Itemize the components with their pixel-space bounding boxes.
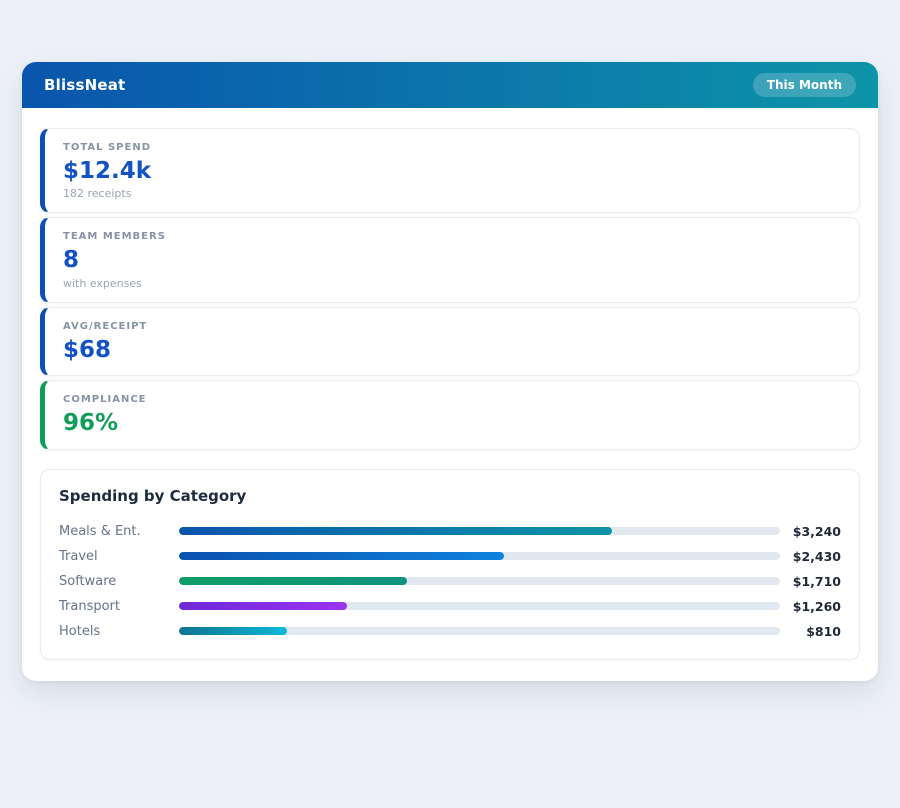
category-value: $1,260 [789,599,841,614]
stat-value: $68 [63,337,841,363]
category-bar-fill [179,527,612,535]
category-value: $1,710 [789,574,841,589]
category-label: Transport [59,599,179,614]
category-value: $3,240 [789,524,841,539]
category-bar-fill [179,552,504,560]
app-header: BlissNeat This Month [22,62,878,108]
category-bar-track [179,527,780,535]
stat-card-total-spend: TOTAL SPEND $12.4k 182 receipts [40,128,860,213]
category-value: $2,430 [789,549,841,564]
category-bar-track [179,552,780,560]
category-bar-fill [179,627,287,635]
category-row-hotels: Hotels $810 [59,619,841,644]
stat-card-avg-receipt: AVG/RECEIPT $68 [40,307,860,376]
category-row-software: Software $1,710 [59,569,841,594]
stat-card-compliance: COMPLIANCE 96% [40,380,860,449]
stat-label: COMPLIANCE [63,394,841,405]
stat-card-team-members: TEAM MEMBERS 8 with expenses [40,217,860,302]
category-label: Hotels [59,624,179,639]
stat-label: AVG/RECEIPT [63,321,841,332]
stat-label: TEAM MEMBERS [63,231,841,242]
category-label: Software [59,574,179,589]
category-label: Meals & Ent. [59,524,179,539]
category-bar-fill [179,602,347,610]
stat-subtitle: 182 receipts [63,187,841,200]
category-bar-track [179,602,780,610]
category-row-travel: Travel $2,430 [59,544,841,569]
category-row-meals: Meals & Ent. $3,240 [59,519,841,544]
dashboard-panel: BlissNeat This Month TOTAL SPEND $12.4k … [22,62,878,681]
stat-value: 8 [63,247,841,273]
category-value: $810 [789,624,841,639]
stat-subtitle: with expenses [63,277,841,290]
stat-label: TOTAL SPEND [63,142,841,153]
category-bar-fill [179,577,407,585]
stat-value: 96% [63,410,841,436]
stat-value: $12.4k [63,158,841,184]
period-badge[interactable]: This Month [753,73,856,97]
category-label: Travel [59,549,179,564]
spending-by-category-card: Spending by Category Meals & Ent. $3,240… [40,469,860,660]
spending-title: Spending by Category [59,487,841,505]
category-bar-track [179,627,780,635]
category-row-transport: Transport $1,260 [59,594,841,619]
app-title: BlissNeat [44,76,125,94]
dashboard-content: TOTAL SPEND $12.4k 182 receipts TEAM MEM… [22,108,878,681]
category-bar-track [179,577,780,585]
